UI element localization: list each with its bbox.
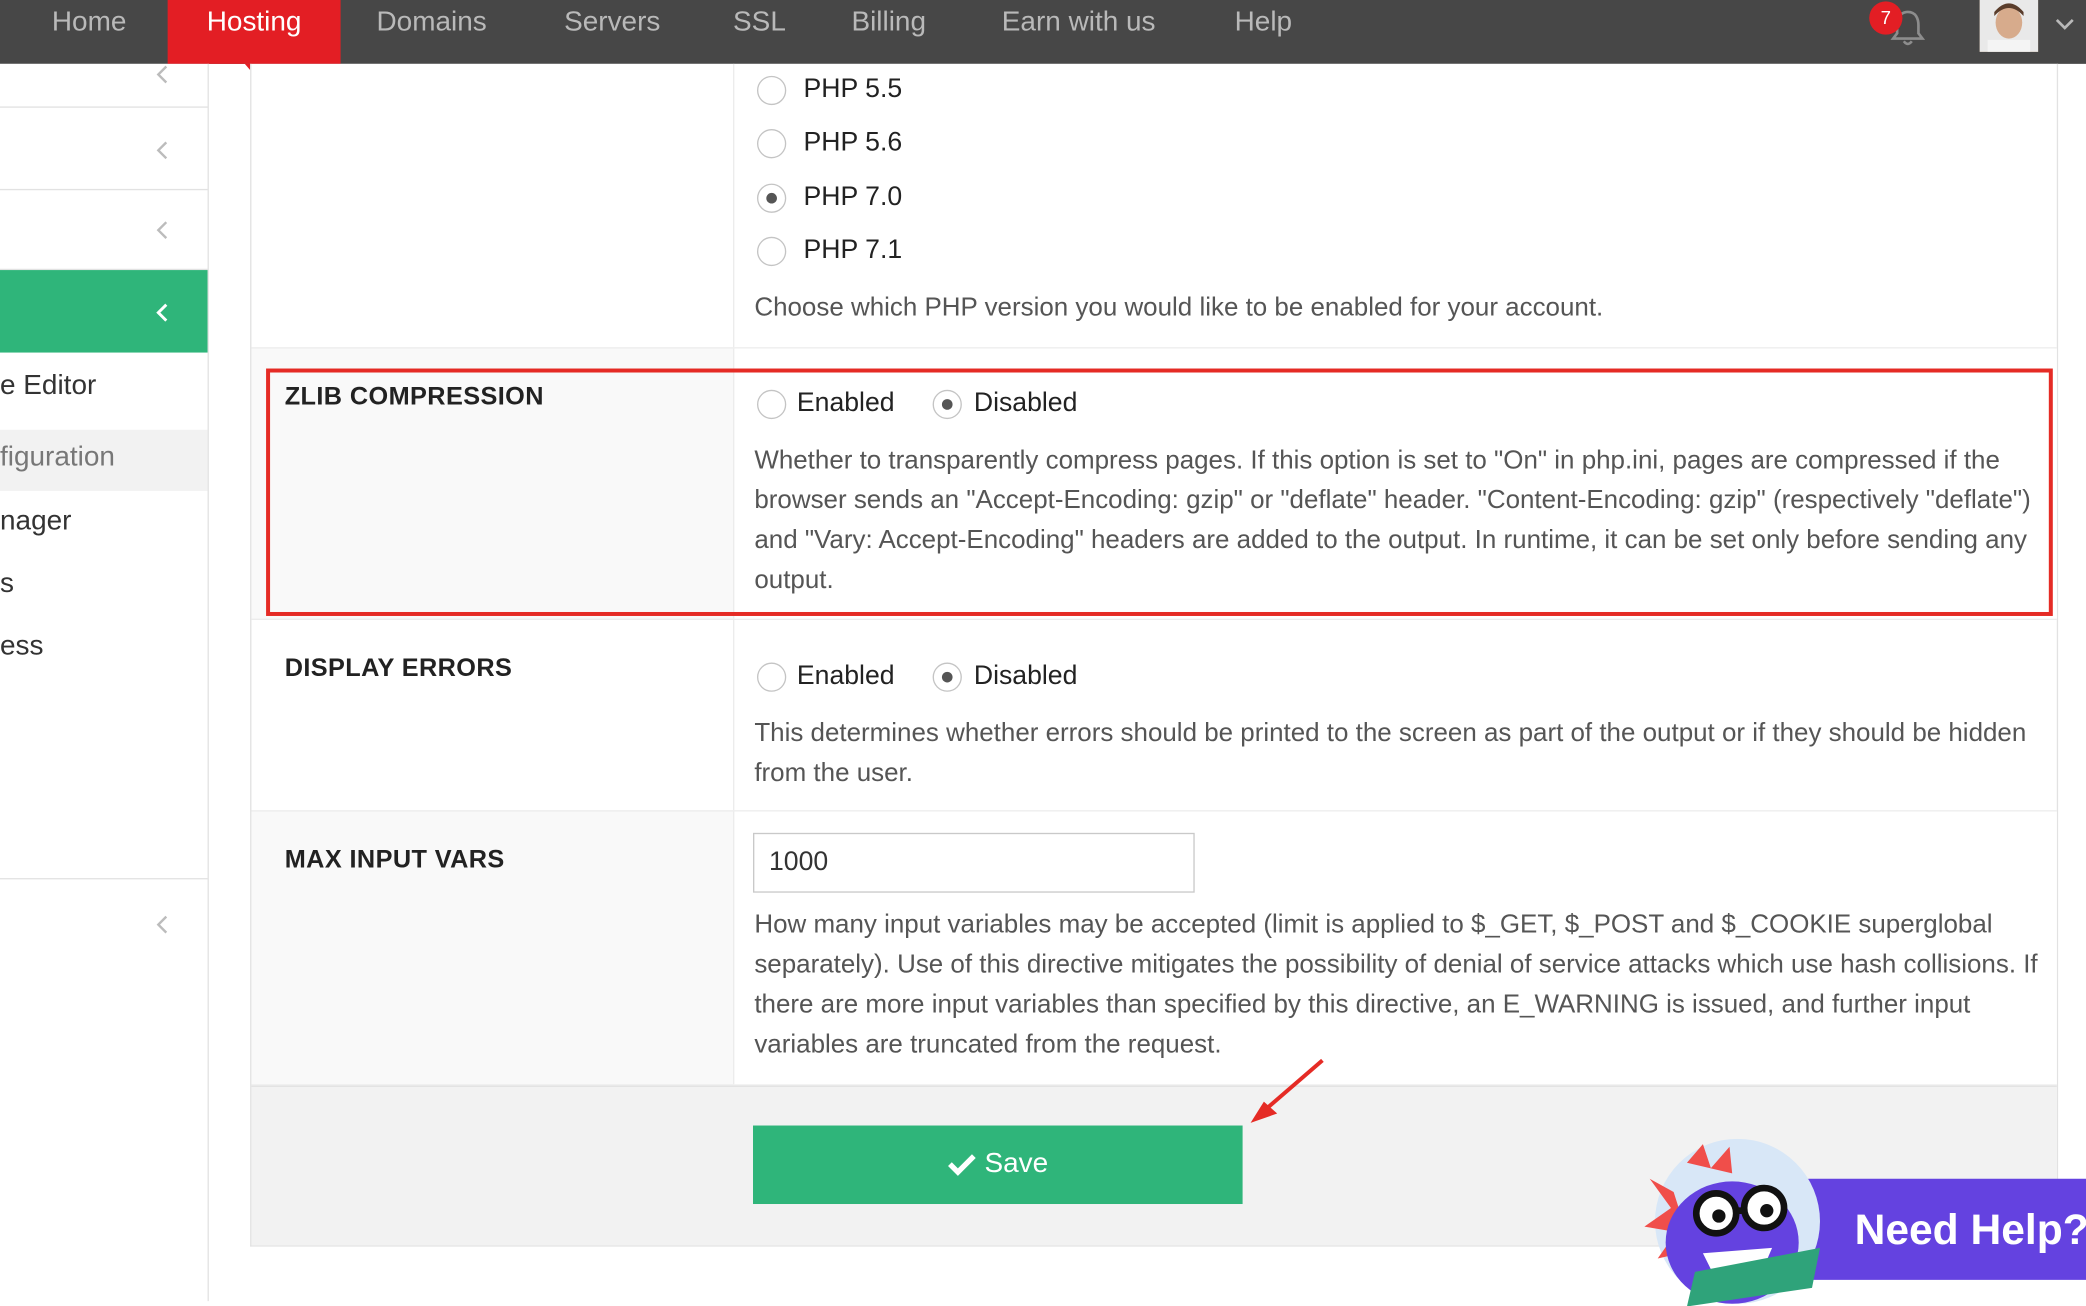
sidebar-group-active[interactable]: [0, 270, 208, 353]
notification-badge[interactable]: 7: [1869, 1, 1903, 35]
php-settings-panel: PHP 5.5 PHP 5.6 PHP 7.0 PHP 7.1 Choose w…: [250, 63, 2059, 1247]
display-errors-enabled-radio[interactable]: [756, 662, 787, 692]
php-5-5-label[interactable]: PHP 5.5: [804, 75, 903, 106]
zlib-highlight-box: [266, 368, 2053, 616]
display-errors-row: DISPLAY ERRORS Enabled Disabled This det…: [251, 619, 2057, 812]
need-help-label[interactable]: Need Help?: [1855, 1205, 2086, 1254]
nav-hosting[interactable]: Hosting: [167, 0, 341, 64]
sidebar: e Editor figuration nager s ess: [0, 63, 209, 1302]
php-5-6-radio[interactable]: [756, 129, 787, 159]
need-help-widget[interactable]: Need Help?: [1634, 1138, 2086, 1306]
nav-home[interactable]: Home: [32, 0, 146, 64]
sidebar-link-configuration[interactable]: figuration: [0, 429, 208, 491]
nav-earn-with-us[interactable]: Earn with us: [1002, 0, 1156, 64]
check-icon: [948, 1154, 976, 1176]
chevron-down-icon[interactable]: [2054, 16, 2075, 32]
nav-domains[interactable]: Domains: [377, 0, 487, 64]
display-errors-disabled-radio[interactable]: [932, 662, 962, 692]
sidebar-group-3[interactable]: [0, 190, 208, 271]
save-button[interactable]: Save: [753, 1125, 1243, 1205]
php-7-1-label[interactable]: PHP 7.1: [804, 235, 903, 266]
php-7-1-radio[interactable]: [756, 236, 787, 267]
chevron-left-icon: [156, 915, 168, 934]
display-errors-label: DISPLAY ERRORS: [284, 654, 513, 683]
nav-help[interactable]: Help: [1235, 0, 1292, 64]
php-7-0-radio[interactable]: [756, 183, 787, 213]
display-errors-description: This determines whether errors should be…: [754, 718, 2027, 788]
php-version-row: PHP 5.5 PHP 5.6 PHP 7.0 PHP 7.1 Choose w…: [251, 63, 2057, 349]
sidebar-link-editor[interactable]: e Editor: [0, 370, 208, 429]
sidebar-link-5[interactable]: ess: [0, 631, 208, 690]
mascot-icon: [1644, 1138, 1820, 1306]
display-errors-enabled-label[interactable]: Enabled: [797, 661, 895, 692]
php-version-description: Choose which PHP version you would like …: [754, 292, 1604, 322]
red-arrow-annotation: [1250, 1058, 1324, 1123]
sidebar-link-manager[interactable]: nager: [0, 506, 208, 565]
display-errors-disabled-label[interactable]: Disabled: [974, 661, 1078, 692]
chevron-left-icon: [156, 221, 168, 239]
php-7-0-label[interactable]: PHP 7.0: [804, 182, 903, 213]
nav-billing[interactable]: Billing: [851, 0, 926, 64]
php-5-6-label[interactable]: PHP 5.6: [804, 128, 903, 159]
nav-servers[interactable]: Servers: [564, 0, 660, 64]
avatar[interactable]: [1979, 0, 2039, 52]
chevron-left-icon: [156, 141, 168, 160]
chevron-left-icon: [156, 65, 168, 84]
max-input-vars-description: How many input variables may be accepted…: [754, 909, 2038, 1059]
php-5-5-radio[interactable]: [756, 75, 787, 106]
top-navigation: Home Hosting Domains Servers SSL Billing…: [0, 0, 2086, 64]
sidebar-group-2[interactable]: [0, 108, 208, 191]
sidebar-group-1[interactable]: [0, 64, 208, 108]
chevron-left-icon: [156, 303, 168, 322]
sidebar-link-4[interactable]: s: [0, 568, 208, 627]
save-button-label: Save: [984, 1148, 1049, 1179]
max-input-vars-label: MAX INPUT VARS: [284, 846, 505, 875]
max-input-vars-input[interactable]: [753, 832, 1195, 893]
nav-ssl[interactable]: SSL: [733, 0, 786, 64]
sidebar-group-bottom[interactable]: [0, 878, 208, 971]
